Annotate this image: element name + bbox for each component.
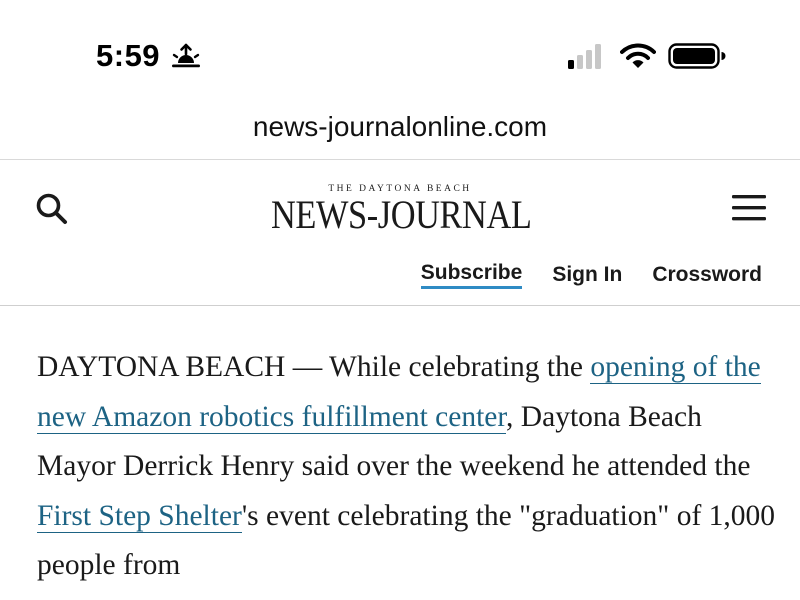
- logo-title: NEWS-JOURNAL: [271, 192, 532, 237]
- status-bar: 5:59: [0, 0, 800, 100]
- article-body: DAYTONA BEACH — While celebrating the op…: [37, 343, 777, 591]
- status-time: 5:59: [96, 38, 161, 73]
- clock-group: 5:59: [96, 38, 202, 74]
- header-links: Subscribe Sign In Crossword: [420, 261, 762, 289]
- article-paragraph: DAYTONA BEACH — While celebrating the op…: [37, 343, 777, 591]
- article-text-segment: DAYTONA BEACH — While celebrating the: [37, 351, 591, 383]
- subscribe-link[interactable]: Subscribe: [420, 261, 523, 289]
- url-text[interactable]: news-journalonline.com: [253, 111, 547, 143]
- sign-in-link[interactable]: Sign In: [552, 263, 622, 287]
- wifi-icon: [620, 43, 656, 68]
- crossword-link[interactable]: Crossword: [652, 263, 762, 287]
- phone-screen: 5:59 news-journalonline.com THE DAYTONA …: [0, 0, 800, 600]
- first-step-shelter-link[interactable]: First Step Shelter: [37, 499, 242, 533]
- sunrise-icon: [172, 43, 201, 68]
- status-icons: [566, 41, 726, 71]
- hamburger-menu-icon[interactable]: [730, 191, 768, 225]
- site-header: THE DAYTONA BEACH NEWS-JOURNAL Subscribe…: [0, 161, 800, 306]
- battery-icon: [668, 43, 726, 69]
- site-logo[interactable]: THE DAYTONA BEACH NEWS-JOURNAL: [250, 183, 550, 235]
- address-bar[interactable]: news-journalonline.com: [0, 100, 800, 160]
- search-icon[interactable]: [34, 191, 70, 227]
- cellular-signal-icon: [568, 44, 601, 69]
